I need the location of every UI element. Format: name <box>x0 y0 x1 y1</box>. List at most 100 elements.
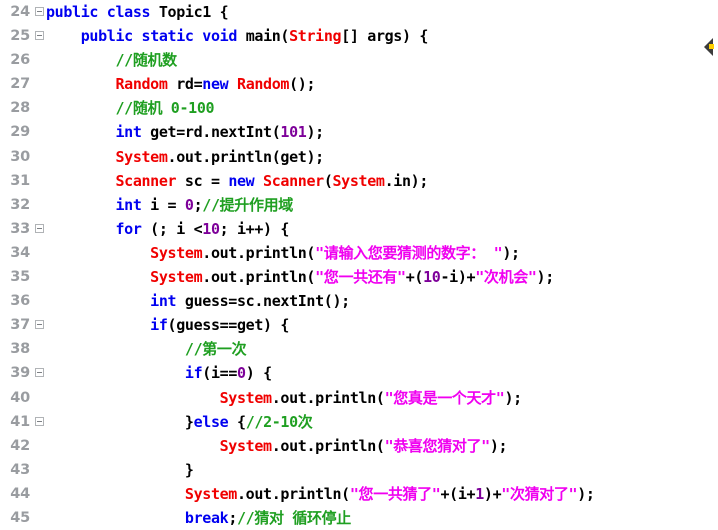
line-number: 39 <box>10 365 30 382</box>
token-kw: int <box>115 195 142 214</box>
code-line[interactable]: int i = 0;//提升作用域 <box>46 193 718 217</box>
token-kw: if <box>150 316 168 335</box>
code-line[interactable]: public class Topic1 { <box>46 0 718 24</box>
fold-collapse-icon[interactable] <box>35 7 44 16</box>
fold-collapse-icon[interactable] <box>35 223 44 233</box>
code-line[interactable]: } <box>46 458 718 482</box>
code-line[interactable]: if(guess==get) { <box>46 313 718 337</box>
warning-marker-icon[interactable] <box>704 38 715 56</box>
token-pl: .in); <box>384 171 429 190</box>
gutter-row[interactable]: 40 <box>0 386 46 410</box>
gutter-row[interactable]: 42 <box>0 434 46 458</box>
gutter-row[interactable]: 29 <box>0 120 46 144</box>
gutter-row[interactable]: 37 <box>0 313 46 337</box>
token-pl: ; i++) { <box>219 219 290 238</box>
code-line[interactable]: int get=rd.nextInt(101); <box>46 120 718 144</box>
fold-collapse-icon[interactable] <box>35 31 44 41</box>
gutter-row[interactable]: 43 <box>0 458 46 482</box>
gutter-row[interactable]: 26 <box>0 48 46 72</box>
code-line[interactable]: for (; i <10; i++) { <box>46 217 718 241</box>
gutter-row[interactable]: 25 <box>0 24 46 48</box>
token-pl: (guess==get) { <box>167 316 290 335</box>
line-number: 40 <box>10 389 30 406</box>
token-pl: .out.println( <box>271 388 385 407</box>
token-type: System <box>219 388 272 407</box>
code-line[interactable]: System.out.println("请输入您要猜测的数字： "); <box>46 241 718 265</box>
token-num: 1 <box>475 484 484 503</box>
token-pl: ); <box>502 243 520 262</box>
token-pl: +(i+ <box>440 484 476 503</box>
token-kw: new <box>228 171 255 190</box>
code-line[interactable]: System.out.println("您一共猜了"+(i+1)+"次猜对了")… <box>46 482 718 506</box>
code-line[interactable]: public static void main(String[] args) { <box>46 24 718 48</box>
gutter-row[interactable]: 24 <box>0 0 46 24</box>
code-editor[interactable]: 24 25 26 27 28 29 30 31 32 33 34 35 36 37 38 39 40 41 42 43… <box>0 0 718 530</box>
line-number: 25 <box>10 28 30 45</box>
code-line[interactable]: //第一次 <box>46 337 718 361</box>
token-pl: +( <box>405 268 424 287</box>
code-line[interactable]: Random rd=new Random(); <box>46 72 718 96</box>
gutter-row[interactable]: 39 <box>0 361 46 385</box>
code-line[interactable]: break;//猜对 循环停止 <box>46 506 718 530</box>
gutter-row[interactable]: 30 <box>0 145 46 169</box>
marker-dot-icon <box>709 44 714 49</box>
code-line[interactable]: System.out.println("您一共还有"+(10-i)+"次机会")… <box>46 265 718 289</box>
line-number: 31 <box>10 172 30 189</box>
token-type: System <box>219 436 272 455</box>
fold-collapse-icon[interactable] <box>35 368 44 378</box>
token-pl: -i)+ <box>440 268 476 287</box>
gutter-row[interactable]: 35 <box>0 265 46 289</box>
gutter-row[interactable]: 36 <box>0 289 46 313</box>
code-content-area[interactable]: public class Topic1 { public static void… <box>46 0 718 530</box>
token-pl: ) { <box>245 364 272 383</box>
code-line[interactable]: int guess=sc.nextInt(); <box>46 289 718 313</box>
line-number: 28 <box>10 100 30 117</box>
gutter-row[interactable]: 41 <box>0 410 46 434</box>
fold-collapse-icon[interactable] <box>35 416 44 426</box>
gutter-row[interactable]: 32 <box>0 193 46 217</box>
token-pl: Topic1 { <box>150 3 229 21</box>
code-line[interactable]: System.out.println("恭喜您猜对了"); <box>46 434 718 458</box>
code-line[interactable]: //随机数 <box>46 48 718 72</box>
token-num: 0 <box>184 195 194 214</box>
line-number-gutter[interactable]: 24 25 26 27 28 29 30 31 32 33 34 35 36 37 38 39 40 41 42 43… <box>0 0 46 530</box>
token-type: String <box>289 27 342 46</box>
gutter-row[interactable]: 33 <box>0 217 46 241</box>
code-line[interactable]: System.out.println("您真是一个天才"); <box>46 386 718 410</box>
gutter-row[interactable]: 45 <box>0 506 46 530</box>
gutter-row[interactable]: 34 <box>0 241 46 265</box>
code-line[interactable]: //随机 0-100 <box>46 96 718 120</box>
token-com: //随机 0-100 <box>115 99 215 118</box>
code-line[interactable]: }else {//2-10次 <box>46 410 718 434</box>
token-type: Random <box>115 75 168 94</box>
code-line[interactable]: System.out.println(get); <box>46 145 718 169</box>
token-kw: static <box>141 27 194 46</box>
gutter-row[interactable]: 27 <box>0 72 46 96</box>
fold-collapse-icon[interactable] <box>35 320 44 330</box>
gutter-row[interactable]: 44 <box>0 482 46 506</box>
gutter-row[interactable]: 31 <box>0 169 46 193</box>
line-number: 26 <box>10 52 30 69</box>
token-pl: (; i < <box>141 219 203 238</box>
token-pl: i = <box>141 195 185 214</box>
token-pl: .out.println( <box>202 268 316 287</box>
line-number: 30 <box>10 148 30 165</box>
line-number: 38 <box>10 341 30 358</box>
gutter-row[interactable]: 28 <box>0 96 46 120</box>
line-number: 36 <box>10 293 30 310</box>
token-com: //2-10次 <box>245 412 313 431</box>
token-com: //猜对 循环停止 <box>237 508 351 527</box>
code-line[interactable]: if(i==0) { <box>46 361 718 385</box>
code-line[interactable]: Scanner sc = new Scanner(System.in); <box>46 169 718 193</box>
gutter-row[interactable]: 38 <box>0 337 46 361</box>
